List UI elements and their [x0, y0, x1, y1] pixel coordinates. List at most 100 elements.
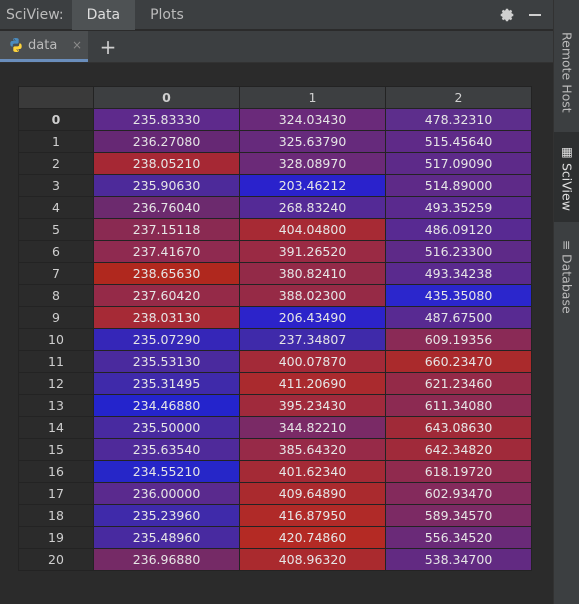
- row-index[interactable]: 6: [18, 240, 94, 263]
- data-cell[interactable]: 514.89000: [385, 174, 532, 197]
- data-cell[interactable]: 206.43490: [239, 306, 386, 329]
- data-cell[interactable]: 235.53130: [93, 350, 240, 373]
- close-icon[interactable]: ×: [72, 38, 82, 52]
- data-cell[interactable]: 237.15118: [93, 218, 240, 241]
- data-cell[interactable]: 395.23430: [239, 394, 386, 417]
- data-cell[interactable]: 609.19356: [385, 328, 532, 351]
- data-cell[interactable]: 388.02300: [239, 284, 386, 307]
- row-index[interactable]: 0: [18, 108, 94, 131]
- data-cell[interactable]: 237.60420: [93, 284, 240, 307]
- data-cell[interactable]: 420.74860: [239, 526, 386, 549]
- row-index[interactable]: 1: [18, 130, 94, 153]
- row-index[interactable]: 8: [18, 284, 94, 307]
- data-cell[interactable]: 556.34520: [385, 526, 532, 549]
- tab-data[interactable]: Data: [71, 0, 136, 30]
- row-index[interactable]: 3: [18, 174, 94, 197]
- data-cell[interactable]: 487.67500: [385, 306, 532, 329]
- data-cell[interactable]: 236.27080: [93, 130, 240, 153]
- row-index[interactable]: 13: [18, 394, 94, 417]
- data-cell[interactable]: 380.82410: [239, 262, 386, 285]
- data-cell[interactable]: 236.00000: [93, 482, 240, 505]
- data-cell[interactable]: 234.55210: [93, 460, 240, 483]
- data-cell[interactable]: 493.34238: [385, 262, 532, 285]
- data-cell[interactable]: 515.45640: [385, 130, 532, 153]
- table-row: 12 235.31495 411.20690 621.23460: [18, 372, 532, 395]
- data-cell[interactable]: 602.93470: [385, 482, 532, 505]
- row-index[interactable]: 9: [18, 306, 94, 329]
- row-index[interactable]: 20: [18, 548, 94, 571]
- data-cell[interactable]: 493.35259: [385, 196, 532, 219]
- data-cell[interactable]: 411.20690: [239, 372, 386, 395]
- corner-cell[interactable]: [18, 86, 94, 109]
- gear-icon[interactable]: [497, 5, 517, 25]
- data-cell[interactable]: 404.04800: [239, 218, 386, 241]
- data-cell[interactable]: 642.34820: [385, 438, 532, 461]
- row-index[interactable]: 18: [18, 504, 94, 527]
- side-tab-remote-host[interactable]: Remote Host: [554, 22, 579, 122]
- data-cell[interactable]: 589.34570: [385, 504, 532, 527]
- data-cell[interactable]: 238.65630: [93, 262, 240, 285]
- file-tab-data[interactable]: data ×: [0, 31, 88, 62]
- data-cell[interactable]: 344.82210: [239, 416, 386, 439]
- table-row: 15 235.63540 385.64320 642.34820: [18, 438, 532, 461]
- row-index[interactable]: 19: [18, 526, 94, 549]
- data-cell[interactable]: 238.03130: [93, 306, 240, 329]
- add-tab-button[interactable]: +: [88, 31, 128, 62]
- data-cell[interactable]: 203.46212: [239, 174, 386, 197]
- data-cell[interactable]: 516.23300: [385, 240, 532, 263]
- data-cell[interactable]: 235.23960: [93, 504, 240, 527]
- data-cell[interactable]: 235.63540: [93, 438, 240, 461]
- column-header-1[interactable]: 1: [239, 86, 386, 109]
- data-cell[interactable]: 400.07870: [239, 350, 386, 373]
- data-cell[interactable]: 235.31495: [93, 372, 240, 395]
- data-cell[interactable]: 235.50000: [93, 416, 240, 439]
- data-cell[interactable]: 236.76040: [93, 196, 240, 219]
- data-cell[interactable]: 478.32310: [385, 108, 532, 131]
- data-cell[interactable]: 618.19720: [385, 460, 532, 483]
- data-cell[interactable]: 435.35080: [385, 284, 532, 307]
- data-cell[interactable]: 401.62340: [239, 460, 386, 483]
- column-header-0[interactable]: 0: [93, 86, 240, 109]
- row-index[interactable]: 10: [18, 328, 94, 351]
- data-cell[interactable]: 234.46880: [93, 394, 240, 417]
- data-cell[interactable]: 268.83240: [239, 196, 386, 219]
- data-cell[interactable]: 235.83330: [93, 108, 240, 131]
- row-index[interactable]: 4: [18, 196, 94, 219]
- tab-plots[interactable]: Plots: [135, 0, 199, 30]
- minimize-icon[interactable]: [525, 5, 545, 25]
- row-index[interactable]: 17: [18, 482, 94, 505]
- data-cell[interactable]: 325.63790: [239, 130, 386, 153]
- data-cell[interactable]: 538.34700: [385, 548, 532, 571]
- data-cell[interactable]: 236.96880: [93, 548, 240, 571]
- row-index[interactable]: 2: [18, 152, 94, 175]
- data-cell[interactable]: 486.09120: [385, 218, 532, 241]
- data-cell[interactable]: 416.87950: [239, 504, 386, 527]
- data-cell[interactable]: 324.03430: [239, 108, 386, 131]
- data-cell[interactable]: 660.23470: [385, 350, 532, 373]
- row-index[interactable]: 16: [18, 460, 94, 483]
- data-cell[interactable]: 409.64890: [239, 482, 386, 505]
- data-cell[interactable]: 238.05210: [93, 152, 240, 175]
- data-cell[interactable]: 235.48960: [93, 526, 240, 549]
- data-cell[interactable]: 385.64320: [239, 438, 386, 461]
- row-index[interactable]: 12: [18, 372, 94, 395]
- row-index[interactable]: 7: [18, 262, 94, 285]
- data-cell[interactable]: 235.90630: [93, 174, 240, 197]
- data-cell[interactable]: 517.09090: [385, 152, 532, 175]
- side-tab-database[interactable]: ≡ Database: [554, 232, 579, 322]
- row-index[interactable]: 5: [18, 218, 94, 241]
- data-cell[interactable]: 235.07290: [93, 328, 240, 351]
- side-tab-sciview[interactable]: ▦ SciView: [554, 132, 579, 222]
- data-cell[interactable]: 643.08630: [385, 416, 532, 439]
- column-header-2[interactable]: 2: [385, 86, 532, 109]
- data-cell[interactable]: 621.23460: [385, 372, 532, 395]
- row-index[interactable]: 11: [18, 350, 94, 373]
- data-cell[interactable]: 237.41670: [93, 240, 240, 263]
- data-cell[interactable]: 611.34080: [385, 394, 532, 417]
- data-cell[interactable]: 408.96320: [239, 548, 386, 571]
- data-cell[interactable]: 237.34807: [239, 328, 386, 351]
- row-index[interactable]: 15: [18, 438, 94, 461]
- data-cell[interactable]: 391.26520: [239, 240, 386, 263]
- data-cell[interactable]: 328.08970: [239, 152, 386, 175]
- row-index[interactable]: 14: [18, 416, 94, 439]
